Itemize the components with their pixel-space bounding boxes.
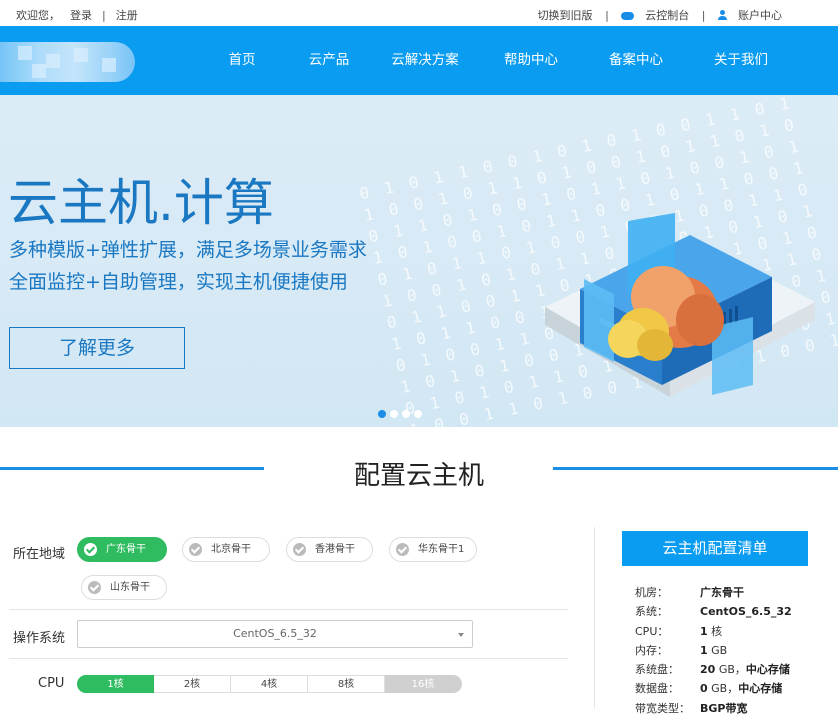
summary-unit: GB	[711, 643, 728, 657]
hero-banner: 0 1 0 1 1 0 0 1 0 1 0 1 0 0 1 1 0 1 1 0 …	[0, 95, 838, 427]
summary-key: 系统盘：	[635, 663, 679, 677]
section-title: 配置云主机	[353, 461, 484, 491]
check-icon	[84, 543, 97, 556]
nav-item-home[interactable]: 首页	[198, 26, 286, 95]
console-label: 云控制台	[645, 9, 690, 22]
top-bar-right: 切换到旧版 | 云控制台 | 账户中心	[529, 7, 782, 23]
region-option-hongkong[interactable]: 香港骨干	[286, 537, 373, 562]
carousel-dot-1[interactable]	[378, 410, 386, 418]
region-option-label: 华东骨干1	[418, 544, 465, 555]
cpu-option-8[interactable]: 8核	[308, 675, 385, 693]
region-option-shandong[interactable]: 山东骨干	[81, 575, 167, 600]
summary-row: 机房： 广东骨干	[635, 584, 808, 603]
login-link[interactable]: 登录	[70, 9, 92, 22]
banner-subtitle-2: 全面监控+自助管理，实现主机便捷使用	[9, 271, 348, 293]
os-label: 操作系统	[13, 631, 66, 646]
summary-unit: 核	[711, 624, 723, 638]
region-option-label: 北京骨干	[211, 544, 251, 555]
summary-key: 内存：	[635, 643, 668, 657]
summary-unit: GB，	[718, 663, 746, 677]
register-link[interactable]: 注册	[116, 9, 138, 22]
main-nav: 首页 云产品 云解决方案 帮助中心 备案中心 关于我们	[0, 26, 838, 95]
banner-title: 云主机.计算	[8, 174, 274, 232]
nav-items: 首页 云产品 云解决方案 帮助中心 备案中心 关于我们	[198, 26, 794, 95]
cpu-selector: 1核 2核 4核 8核 16核	[77, 675, 462, 693]
summary-key: 机房：	[635, 586, 668, 599]
summary-key: CPU：	[635, 624, 669, 638]
region-option-beijing[interactable]: 北京骨干	[182, 537, 270, 562]
summary-key: 系统：	[635, 605, 668, 619]
cpu-option-1[interactable]: 1核	[77, 675, 154, 693]
summary-value: 20	[700, 663, 716, 677]
summary-value: CentOS_6.5_32	[700, 605, 792, 619]
nav-item-filing[interactable]: 备案中心	[584, 26, 688, 95]
summary-value: 1	[700, 643, 708, 657]
carousel-dots	[378, 410, 426, 418]
top-bar-left: 欢迎您， 登录 | 注册	[16, 7, 148, 23]
region-option-label: 香港骨干	[315, 544, 355, 555]
summary-row: 系统： CentOS_6.5_32	[635, 603, 808, 622]
summary-value: BGP带宽	[700, 701, 748, 715]
summary-extra: 中心存储	[745, 663, 790, 677]
learn-more-button[interactable]: 了解更多	[9, 327, 185, 369]
carousel-dot-2[interactable]	[390, 410, 398, 418]
console-link[interactable]: 云控制台	[621, 9, 689, 22]
logo[interactable]	[0, 42, 135, 82]
region-option-guangdong[interactable]: 广东骨干	[77, 537, 167, 562]
banner-subtitle-1: 多种模版+弹性扩展，满足多场景业务需求	[9, 239, 367, 261]
account-label: 账户中心	[738, 9, 782, 22]
region-label: 所在地域	[13, 547, 66, 562]
summary-row: CPU： 1 核	[635, 623, 808, 642]
check-icon	[396, 543, 409, 556]
cpu-option-2[interactable]: 2核	[154, 675, 231, 693]
top-bar: 欢迎您， 登录 | 注册 切换到旧版 | 云控制台 | 账户中心	[0, 0, 838, 26]
welcome-text: 欢迎您，	[16, 9, 60, 22]
region-option-label: 广东骨干	[106, 544, 146, 555]
chevron-down-icon	[458, 633, 464, 637]
nav-item-help[interactable]: 帮助中心	[478, 26, 584, 95]
check-icon	[88, 581, 101, 594]
section-header: 配置云主机	[0, 427, 838, 517]
nav-item-about[interactable]: 关于我们	[688, 26, 794, 95]
nav-item-solutions[interactable]: 云解决方案	[372, 26, 478, 95]
summary-row: 带宽类型： BGP带宽	[635, 700, 808, 719]
cpu-option-4[interactable]: 4核	[231, 675, 308, 693]
region-row: 所在地域 广东骨干 北京骨干 香港骨干 华东骨干1 山东骨干	[9, 527, 568, 610]
user-icon	[718, 10, 727, 20]
summary-key: 带宽类型：	[635, 701, 690, 715]
region-option-label: 山东骨干	[110, 582, 150, 593]
summary-row: 数据盘： 0 GB，中心存储	[635, 680, 808, 699]
cpu-option-16: 16核	[385, 675, 462, 693]
summary-list: 机房： 广东骨干 系统： CentOS_6.5_32 CPU： 1 核 内存： 1 GB…	[635, 584, 808, 719]
check-icon	[293, 543, 306, 556]
summary-unit: GB，	[711, 682, 739, 696]
check-icon	[189, 543, 202, 556]
summary-value: 1	[700, 624, 708, 638]
region-option-huadong[interactable]: 华东骨干1	[389, 537, 477, 562]
config-list-button[interactable]: 云主机配置清单	[622, 531, 808, 566]
config-summary: 云主机配置清单 机房： 广东骨干 系统： CentOS_6.5_32 CPU： 1 核…	[622, 531, 808, 719]
vertical-divider	[594, 527, 595, 709]
account-link[interactable]: 账户中心	[718, 9, 782, 22]
summary-row: 内存： 1 GB	[635, 642, 808, 661]
cloud-icon	[621, 12, 635, 20]
divider: |	[605, 9, 609, 22]
summary-row: 系统盘： 20 GB，中心存储	[635, 661, 808, 680]
summary-extra: 中心存储	[738, 682, 783, 696]
summary-value: 广东骨干	[700, 586, 744, 599]
nav-item-products[interactable]: 云产品	[286, 26, 372, 95]
divider: |	[102, 9, 106, 22]
cloud-server-illustration	[545, 213, 815, 397]
divider	[9, 658, 568, 659]
old-version-link[interactable]: 切换到旧版	[538, 9, 593, 22]
summary-key: 数据盘：	[635, 682, 679, 696]
divider: |	[701, 9, 706, 22]
os-select-value: CentOS_6.5_32	[233, 627, 317, 640]
os-select[interactable]: CentOS_6.5_32	[77, 620, 473, 648]
summary-value: 0	[700, 682, 708, 696]
carousel-dot-3[interactable]	[402, 410, 410, 418]
cpu-label: CPU	[38, 676, 65, 691]
carousel-dot-4[interactable]	[414, 410, 422, 418]
